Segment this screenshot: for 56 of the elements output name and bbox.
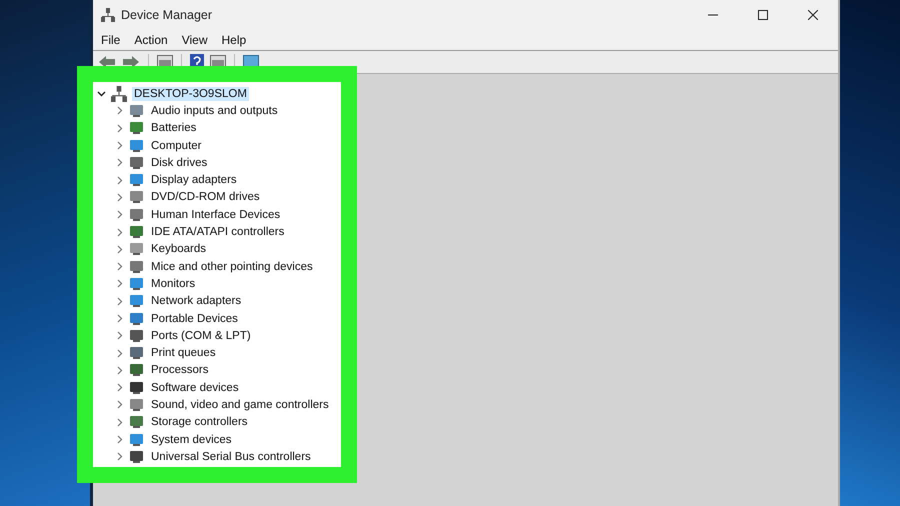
back-arrow-icon[interactable] bbox=[98, 55, 116, 69]
window-title: Device Manager bbox=[121, 8, 212, 22]
device-icon bbox=[129, 415, 144, 430]
device-icon bbox=[129, 225, 144, 240]
tree-item[interactable]: Print queues bbox=[149, 346, 218, 360]
device-icon bbox=[129, 242, 144, 256]
monitor-icon[interactable] bbox=[243, 55, 259, 69]
tree-item[interactable]: Batteries bbox=[149, 121, 198, 136]
device-icon bbox=[129, 276, 144, 291]
device-icon bbox=[129, 312, 144, 326]
computer-tree-icon bbox=[111, 86, 127, 102]
device-icon bbox=[129, 121, 144, 136]
device-icon bbox=[129, 346, 144, 360]
device-icon bbox=[129, 156, 144, 170]
device-icon bbox=[129, 328, 144, 343]
device-icon bbox=[129, 432, 144, 447]
device-icon bbox=[129, 208, 144, 222]
maximize-icon[interactable] bbox=[758, 10, 768, 20]
tree-item[interactable]: System devices bbox=[149, 432, 234, 447]
menu-item[interactable]: File bbox=[101, 33, 120, 47]
tree-item[interactable]: Mice and other pointing devices bbox=[149, 260, 315, 274]
tree-item[interactable]: Portable Devices bbox=[149, 312, 240, 326]
device-icon bbox=[129, 380, 144, 395]
tree-item[interactable]: Audio inputs and outputs bbox=[149, 104, 280, 118]
tree-item[interactable]: DVD/CD-ROM drives bbox=[149, 190, 262, 204]
device-icon bbox=[129, 173, 144, 188]
tree-item[interactable]: Processors bbox=[149, 363, 211, 378]
tree-item[interactable]: Software devices bbox=[149, 380, 241, 395]
tree-item[interactable]: Storage controllers bbox=[149, 415, 250, 430]
tree-item[interactable]: Ports (COM & LPT) bbox=[149, 328, 253, 343]
chevron-icon[interactable] bbox=[97, 89, 106, 98]
menu-item[interactable]: Help bbox=[222, 33, 246, 47]
device-manager-icon bbox=[101, 8, 115, 22]
menu-item[interactable]: Action bbox=[134, 33, 168, 47]
device-icon bbox=[129, 138, 144, 153]
tree-item[interactable]: Universal Serial Bus controllers bbox=[149, 450, 313, 464]
device-icon bbox=[129, 398, 144, 412]
tree-item[interactable]: Network adapters bbox=[149, 294, 244, 308]
tree-root[interactable]: DESKTOP-3O9SLOM bbox=[132, 86, 249, 101]
tree-item[interactable]: Sound, video and game controllers bbox=[149, 398, 331, 412]
forward-arrow-icon[interactable] bbox=[122, 55, 140, 69]
device-icon bbox=[129, 190, 144, 204]
tree-item[interactable]: IDE ATA/ATAPI controllers bbox=[149, 225, 286, 240]
device-icon bbox=[129, 294, 144, 308]
tree-item[interactable]: Computer bbox=[149, 138, 204, 153]
menu-item[interactable]: View bbox=[182, 33, 208, 47]
tree-item[interactable]: Human Interface Devices bbox=[149, 208, 282, 222]
tree-item[interactable]: Display adapters bbox=[149, 173, 239, 188]
tree-item[interactable]: Monitors bbox=[149, 276, 198, 291]
device-icon bbox=[129, 363, 144, 378]
close-icon[interactable] bbox=[808, 10, 818, 20]
tree-item[interactable]: Disk drives bbox=[149, 156, 210, 170]
device-icon bbox=[129, 104, 144, 118]
device-icon bbox=[129, 450, 144, 464]
tree-item[interactable]: Keyboards bbox=[149, 242, 208, 256]
device-icon bbox=[129, 260, 144, 274]
